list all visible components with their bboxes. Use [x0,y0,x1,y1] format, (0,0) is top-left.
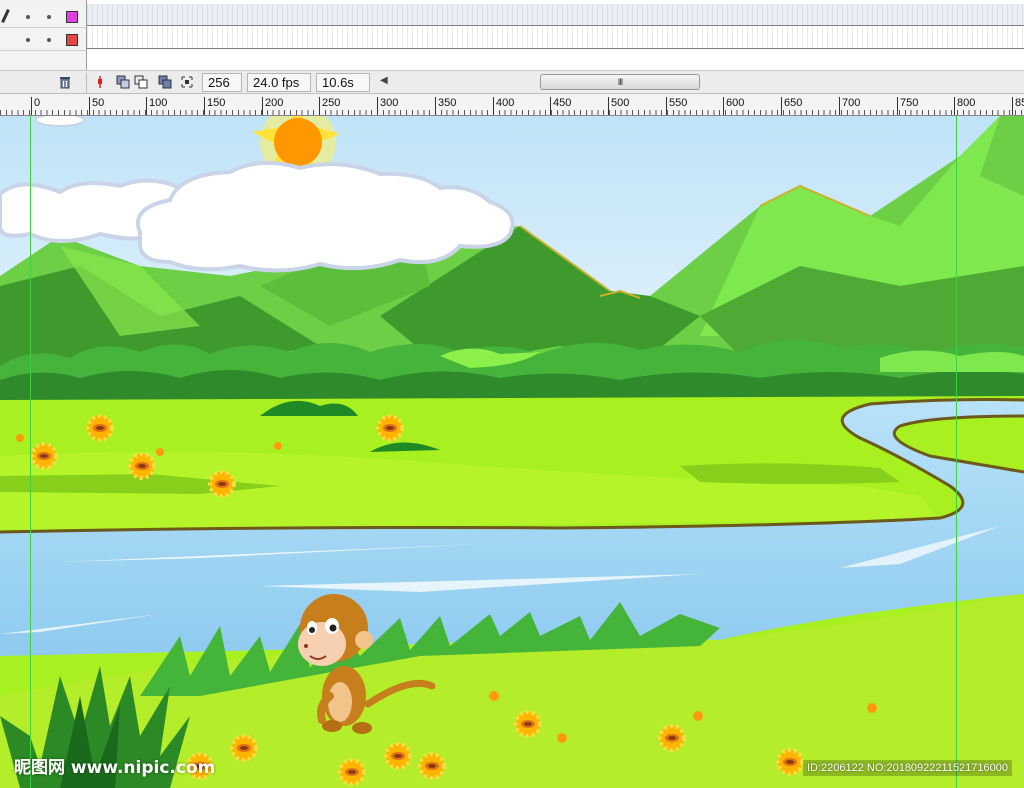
ruler-label: 600 [723,97,744,115]
layer-outline-swatch[interactable] [66,34,78,46]
ruler-label: 350 [435,97,456,115]
ruler-label: 750 [897,97,918,115]
ruler-label: 200 [262,97,283,115]
ruler-label: 85 [1012,97,1024,115]
onion-skin-icon[interactable] [116,75,130,89]
watermark-site-cn: 昵图网 [14,758,65,778]
ruler-label: 500 [608,97,629,115]
ruler-label: 650 [781,97,802,115]
ruler-label: 0 [31,97,40,115]
frame-rate-readout[interactable]: 24.0 fps [247,73,311,92]
layer-row-1[interactable] [0,6,86,28]
guide-line-left[interactable] [30,116,31,788]
ruler-label: 150 [204,97,225,115]
flash-editor-window: 256 24.0 fps 10.6s ◀ III 0 50 100 150 20… [0,0,1024,788]
onion-skin-marker-icon[interactable] [93,75,107,89]
timeline-controls: 256 24.0 fps 10.6s ◀ III [0,70,1024,94]
watermark-logo: 昵图网 www.nipic.com [14,753,215,778]
ruler-label: 250 [319,97,340,115]
watermark-site-url: www.nipic.com [70,758,216,778]
ruler-label: 450 [550,97,571,115]
ruler-label: 550 [666,97,687,115]
pencil-icon [1,9,10,23]
small-cloud [35,116,85,127]
ruler-label: 300 [377,97,398,115]
horizontal-ruler: 0 50 100 150 200 250 300 350 400 450 500… [0,96,1024,116]
guide-line-right[interactable] [956,116,957,788]
modify-markers-icon[interactable] [180,75,194,89]
frames-panel[interactable] [86,0,1024,70]
timeline-scrollbar-thumb[interactable]: III [540,74,700,90]
timeline-panel: 256 24.0 fps 10.6s ◀ III [0,0,1024,96]
bushes [0,339,1024,406]
ruler-label: 800 [954,97,975,115]
stage-canvas[interactable]: 昵图网 www.nipic.com ID:2206122 NO:20180922… [0,116,1024,788]
ruler-label: 700 [839,97,860,115]
lock-dot-icon[interactable] [47,15,51,19]
ruler-label: 50 [89,97,104,115]
trash-icon[interactable] [58,75,72,89]
layer-outline-swatch[interactable] [66,11,78,23]
onion-skin-outlines-icon[interactable] [134,75,148,89]
layer-row-empty [0,52,86,70]
current-frame-readout: 256 [202,73,242,92]
layer-row-2[interactable] [0,29,86,51]
watermark-id: ID:2206122 NO:20180922211521716000 [802,760,1012,776]
ruler-label: 100 [146,97,167,115]
visibility-dot-icon[interactable] [26,38,30,42]
elapsed-time-readout: 10.6s [316,73,370,92]
scroll-left-icon[interactable]: ◀ [380,75,388,86]
edit-multiple-frames-icon[interactable] [158,75,172,89]
lock-dot-icon[interactable] [47,38,51,42]
frame-strip-layer-1[interactable] [87,4,1024,26]
cartoon-scene[interactable] [0,116,1024,788]
visibility-dot-icon[interactable] [26,15,30,19]
frame-strip-layer-2[interactable] [87,27,1024,49]
ruler-label: 400 [493,97,514,115]
